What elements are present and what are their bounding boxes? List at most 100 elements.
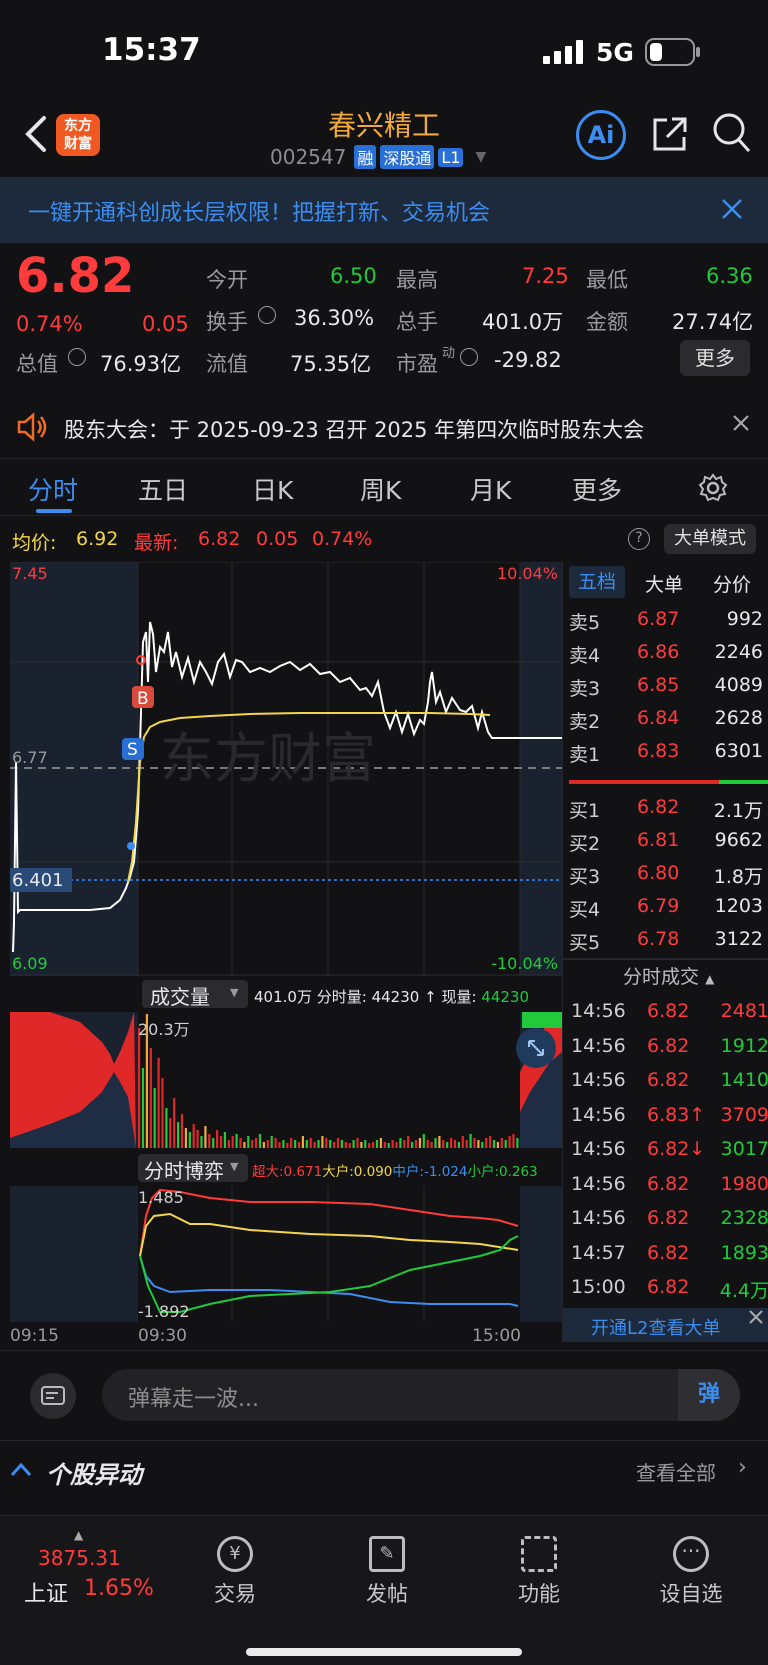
stock-code-row[interactable]: 002547 融 深股通 L1 ▼ [270,144,486,170]
info-icon[interactable] [258,306,276,324]
volume-total: 401.0万 [254,988,312,1006]
sell-level-row[interactable]: 卖1 6.83 6301 [569,736,768,768]
tab-intraday[interactable]: 分时 [28,471,78,507]
tab-big-orders[interactable]: 大单 [645,570,683,597]
volume-bar [461,1136,464,1148]
index-name: 上证 [24,1582,69,1607]
volume-bar [485,1138,488,1148]
legend-m: 中户:-1.024 [392,1164,468,1180]
sell-level-row[interactable]: 卖3 6.85 4089 [569,670,768,702]
cursor-dot [127,842,135,850]
chart-tabs: 分时 五日 日K 周K 月K 更多 [0,458,768,516]
volume-bar [317,1140,320,1148]
buy-level-price: 6.79 [637,895,680,917]
tab-price-dist[interactable]: 分价 [713,570,751,597]
buy-level-volume: 3122 [714,928,763,950]
danmu-input[interactable]: 弹幕走一波... 弹 [102,1369,740,1421]
stock-movement-bar[interactable]: 个股异动 查看全部 › [0,1440,768,1500]
view-all-link[interactable]: 查看全部 [636,1457,716,1486]
share-icon[interactable] [650,114,690,154]
sell-level-row[interactable]: 卖5 6.87 992 [569,604,768,636]
search-icon[interactable] [712,112,752,154]
l2-upgrade-bar[interactable]: 开通L2查看大单 [563,1308,768,1342]
tab-day-k[interactable]: 日K [252,471,293,507]
trade-row: 14:56 6.82↓ 3017 [571,1132,768,1166]
promo-banner[interactable]: 一键开通科创成长层权限！把握打新、交易机会 [0,177,768,243]
more-dots-icon: ··· [673,1536,709,1572]
cursor-price-label: 6.401 [12,870,64,891]
buy-level-volume: 1203 [714,895,763,917]
nav-trade[interactable]: ¥ 交易 [180,1536,290,1608]
trade-price: 6.82 [647,1241,690,1264]
tab-week-k[interactable]: 周K [360,471,401,507]
buy-marker-text: B [137,689,149,709]
volume-bar [297,1142,301,1148]
index-ticker[interactable]: ▲ 3875.31 上证 1.65% [22,1528,154,1618]
up-arrow-icon: ↑ [424,988,437,1006]
buy-level-row[interactable]: 买1 6.82 2.1万 [569,792,768,824]
danmu-settings-icon[interactable] [30,1373,76,1419]
volume-bar [173,1098,176,1148]
notice-bar[interactable]: 股东大会：于 2025-09-23 召开 2025 年第四次临时股东大会 [0,400,768,454]
ai-button[interactable]: Ai [576,110,626,160]
more-button[interactable]: 更多 [680,340,750,376]
tab-five-day[interactable]: 五日 [138,471,188,507]
tab-more[interactable]: 更多 [572,471,622,507]
volume-bar [153,1088,156,1148]
game-selector[interactable]: 分时博弈 ▼ [138,1154,248,1183]
sell-level-volume: 6301 [714,740,763,762]
buy-level-label: 买3 [569,866,601,888]
trade-time: 14:57 [571,1241,626,1264]
buy-level-row[interactable]: 买3 6.80 1.8万 [569,858,768,890]
nav-post[interactable]: ✎ 发帖 [332,1536,442,1608]
volume-bar [469,1134,472,1148]
volume-selector[interactable]: 成交量 ▼ [142,980,248,1009]
trade-row: 14:56 6.83↑ 3709 [571,1098,768,1132]
sell-marker-text: S [127,740,138,760]
high-label: 最高 [396,268,438,292]
big-order-mode-button[interactable]: 大单模式 [664,524,756,554]
buy-level-label: 买5 [569,932,601,954]
trade-volume: 4.4万 [719,1280,768,1302]
trade-time: 14:56 [571,1172,626,1195]
volume-bar [403,1140,406,1148]
nav-watchlist[interactable]: ··· 设自选 [636,1536,746,1608]
trade-time: 14:56 [571,1138,626,1160]
trade-volume: 3709 [720,1103,768,1126]
pe-value: -29.82 [494,348,562,372]
legend-s: 小户:0.263 [467,1164,538,1180]
volume-bar [223,1132,226,1148]
volume-bar [344,1142,347,1148]
volume-bar [434,1138,437,1148]
info-icon[interactable] [460,348,478,366]
x-label-930: 09:30 [138,1326,187,1346]
volume-bar [383,1142,386,1148]
tab-five-levels[interactable]: 五档 [569,566,625,598]
buy-level-row[interactable]: 买2 6.81 9662 [569,825,768,857]
nav-functions[interactable]: 功能 [484,1536,594,1608]
trade-volume: 1980 [720,1172,768,1195]
buy-level-price: 6.78 [637,928,680,950]
buy-level-row[interactable]: 买5 6.78 3122 [569,924,768,956]
danmu-send-button[interactable]: 弹 [678,1369,740,1421]
chevron-up-icon[interactable] [10,1461,32,1477]
intraday-chart[interactable]: 东方财富 B S 7.45 10.04% 6.77 6.401 6.09 -10… [10,561,562,976]
expand-icon[interactable] [516,1028,556,1068]
close-icon[interactable] [720,197,744,221]
mktcap-value: 76.93亿 [100,352,182,376]
sell-level-row[interactable]: 卖2 6.84 2628 [569,703,768,735]
close-icon[interactable] [747,1308,765,1326]
trades-title: 分时成交 ▲ [623,962,714,989]
info-icon[interactable] [68,348,86,366]
volume-bar [340,1140,343,1148]
quote-panel: 6.82 0.74% 0.05 今开 6.50 最高 7.25 最低 6.36 … [0,246,768,382]
volume-bar [426,1140,429,1148]
trade-volume: 1893 [720,1241,768,1264]
volume-bar [329,1140,332,1148]
gear-icon[interactable] [698,473,728,503]
buy-level-row[interactable]: 买4 6.79 1203 [569,891,768,923]
help-icon[interactable]: ? [628,528,650,550]
sell-level-row[interactable]: 卖4 6.86 2246 [569,637,768,669]
tab-month-k[interactable]: 月K [470,471,511,507]
close-icon[interactable] [732,414,750,432]
